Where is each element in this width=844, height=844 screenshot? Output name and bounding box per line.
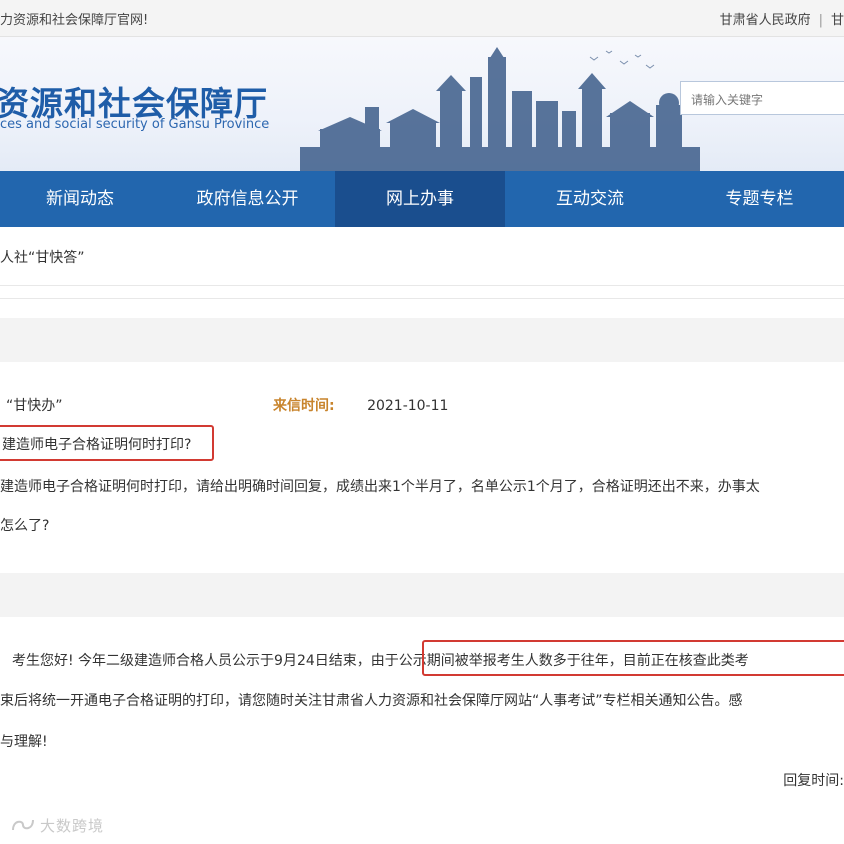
watermark-logo-icon (12, 819, 34, 831)
question-text-line1: 建造师电子合格证明何时打印，请给出明确时间回复，成绩出来1个半月了，名单公示1个… (0, 479, 760, 495)
welcome-text: 力资源和社会保障厅官网! (0, 13, 149, 28)
reply-highlight-box (422, 640, 844, 676)
divider (0, 285, 844, 286)
main-nav: 新闻动态 政府信息公开 网上办事 互动交流 专题专栏 (0, 171, 844, 227)
reply-section-header (0, 573, 844, 617)
top-bar: 力资源和社会保障厅官网! 甘肃省人民政府 | 甘 (0, 0, 844, 37)
reply-time-label: 回复时间: (783, 773, 844, 789)
nav-interaction[interactable]: 互动交流 (505, 171, 675, 227)
link-gansu-gov[interactable]: 甘肃省人民政府 (720, 13, 811, 28)
letter-time-value: 2021-10-11 (367, 398, 449, 414)
nav-online-services[interactable]: 网上办事 (335, 171, 505, 227)
nav-news[interactable]: 新闻动态 (0, 171, 160, 227)
watermark: 大数跨境 (10, 815, 104, 836)
nav-gov-info[interactable]: 政府信息公开 (160, 171, 335, 227)
question-title: 建造师电子合格证明何时打印? (2, 437, 192, 453)
letter-time: 来信时间: 2021-10-11 (273, 395, 448, 415)
letter-source-value: “甘快办” (6, 398, 63, 414)
letter-time-label: 来信时间: (273, 398, 335, 414)
reply-text-line2: 束后将统一开通电子合格证明的打印，请您随时关注甘肃省人力资源和社会保障厅网站“人… (0, 693, 743, 709)
divider (0, 298, 844, 299)
city-skyline-illustration (300, 47, 700, 171)
search-input[interactable]: 请输入关键字 (680, 81, 844, 115)
site-subtitle-en: ces and social security of Gansu Provinc… (0, 117, 270, 132)
question-title-highlight: 建造师电子合格证明何时打印? (0, 425, 214, 461)
link-truncated[interactable]: 甘 (831, 13, 844, 28)
site-banner: 资源和社会保障厅 ces and social security of Gans… (0, 37, 844, 171)
breadcrumb[interactable]: 人社“甘快答” (0, 247, 85, 267)
letter-source: “甘快办” (6, 395, 63, 415)
top-link-separator: | (818, 13, 823, 28)
reply-text-line3: 与理解! (0, 734, 48, 750)
nav-special-topics[interactable]: 专题专栏 (675, 171, 844, 227)
top-links: 甘肃省人民政府 | 甘 (720, 9, 844, 28)
question-text-line2: 怎么了? (0, 518, 50, 534)
letter-section-header (0, 318, 844, 362)
watermark-text: 大数跨境 (40, 817, 105, 835)
